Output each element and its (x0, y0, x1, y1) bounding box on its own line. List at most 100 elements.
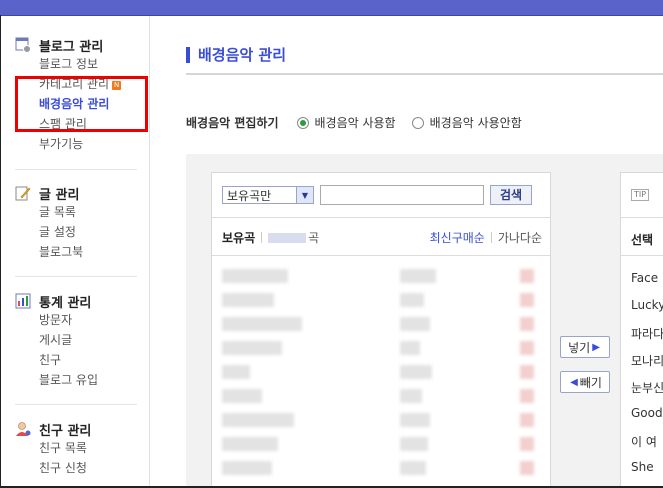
chevron-down-icon[interactable]: ▼ (296, 187, 313, 203)
blurred-title (222, 437, 278, 451)
blurred-title (222, 365, 250, 379)
blurred-price (520, 461, 534, 475)
song-count-suffix: 곡 (308, 231, 320, 245)
blurred-title (222, 413, 294, 427)
blurred-artist (400, 341, 420, 355)
sidebar-item-friend-list[interactable]: 친구 목록 (15, 438, 91, 458)
remove-label: 빼기 (579, 375, 602, 390)
chevron-right-icon: ▶ (592, 341, 600, 353)
sort-recent-link[interactable]: 최신구매순 (430, 229, 485, 246)
blurred-artist (400, 293, 424, 307)
sidebar-item-inflow[interactable]: 블로그 유입 (15, 370, 98, 390)
blurred-price (520, 389, 534, 403)
bar-chart-icon (15, 293, 31, 309)
sidebar-item-posts-stats[interactable]: 게시글 (15, 330, 98, 350)
sort-options: 최신구매순 가나다순 (430, 229, 542, 246)
blurred-price (520, 293, 534, 307)
sidebar-section-posts-header[interactable]: 글 관리 (15, 184, 83, 203)
selected-song-item[interactable]: Lucky (631, 298, 663, 312)
selected-song-item[interactable]: 이 여 (631, 433, 657, 450)
blurred-count (268, 232, 307, 243)
page-title-text: 배경음악 관리 (198, 46, 287, 64)
song-row[interactable] (222, 387, 542, 405)
song-count: 곡 (268, 229, 319, 246)
radio-option-nouse[interactable]: 배경음악 사용안함 (411, 114, 522, 131)
song-row[interactable] (222, 435, 542, 453)
selected-song-item[interactable]: 눈부신 (631, 379, 663, 396)
sort-alpha-link[interactable]: 가나다순 (498, 229, 542, 246)
blurred-title (222, 389, 262, 403)
sidebar-item-blogbook[interactable]: 블로그북 (15, 242, 83, 262)
tip-badge: TIP (631, 189, 650, 201)
selected-song-item[interactable]: 모나리 (631, 352, 663, 369)
selected-song-item[interactable]: 파라다 (631, 325, 663, 342)
song-row[interactable] (222, 291, 542, 309)
highlight-annotation-box (15, 76, 148, 132)
blurred-price (520, 341, 534, 355)
song-row[interactable] (222, 339, 542, 357)
sidebar-item-post-settings[interactable]: 글 설정 (15, 222, 83, 242)
person-icon (15, 421, 31, 437)
blurred-artist (400, 269, 436, 283)
blurred-title (222, 341, 282, 355)
blurred-title (222, 461, 272, 475)
list-divider (212, 255, 550, 256)
song-filter-value: 보유곡만 (227, 188, 272, 203)
radio-nouse[interactable] (411, 116, 424, 129)
song-search-input[interactable] (320, 185, 484, 205)
blurred-artist (400, 437, 428, 451)
sidebar-item-blog-info[interactable]: 블로그 정보 (15, 54, 121, 74)
selected-song-item[interactable]: She (631, 460, 654, 474)
main-content: 배경음악 관리 배경음악 편집하기 배경음악 사용함 배경음악 사용안함 보유곡… (150, 16, 663, 487)
add-label: 넣기 (568, 340, 591, 355)
blurred-title (222, 317, 302, 331)
bgm-setting-label: 배경음악 편집하기 (186, 116, 279, 130)
sidebar-section-stats-header[interactable]: 통계 관리 (15, 292, 98, 311)
sort-separator (490, 232, 492, 243)
blurred-artist (400, 413, 430, 427)
song-row[interactable] (222, 267, 542, 285)
list-divider (621, 255, 663, 256)
selected-songs-box: TIP 선택 Face Lucky 파라다 모나리 눈부신 Good 이 여 S… (620, 172, 663, 487)
sidebar-section-posts: 글 관리 글 목록 글 설정 블로그북 (15, 184, 83, 262)
chevron-left-icon: ◀ (570, 376, 578, 388)
sidebar-section-title: 통계 관리 (39, 295, 92, 311)
song-row[interactable] (222, 459, 542, 477)
blurred-artist (400, 365, 432, 379)
song-filter-select[interactable]: 보유곡만 ▼ (222, 186, 314, 204)
selected-song-item[interactable]: Good (631, 406, 663, 420)
blurred-title (222, 293, 274, 307)
title-bar-marker (186, 46, 190, 63)
search-button[interactable]: 검색 (490, 185, 532, 205)
song-row[interactable] (222, 411, 542, 429)
add-song-button[interactable]: 넣기 ▶ (560, 336, 610, 358)
blog-settings-icon (15, 37, 31, 53)
sidebar-item-post-list[interactable]: 글 목록 (15, 202, 83, 222)
song-row[interactable] (222, 363, 542, 381)
sidebar-section-blog-header[interactable]: 블로그 관리 (15, 36, 121, 55)
radio-option-use[interactable]: 배경음악 사용함 (296, 114, 396, 131)
blurred-price (520, 413, 534, 427)
blurred-price (520, 269, 534, 283)
radio-use-label: 배경음악 사용함 (314, 116, 396, 130)
bgm-setting-row: 배경음악 편집하기 배경음악 사용함 배경음악 사용안함 (186, 114, 538, 131)
sidebar-item-visitors[interactable]: 방문자 (15, 310, 98, 330)
song-row[interactable] (222, 315, 542, 333)
sidebar-section-stats: 통계 관리 방문자 게시글 친구 블로그 유입 (15, 292, 98, 390)
sidebar-divider (15, 276, 137, 277)
sidebar-item-addons[interactable]: 부가기능 (15, 134, 121, 154)
sidebar-section-friends-header[interactable]: 친구 관리 (15, 420, 92, 439)
radio-nouse-label: 배경음악 사용안함 (429, 116, 522, 130)
sidebar-item-friends-stats[interactable]: 친구 (15, 350, 98, 370)
sidebar-item-friend-request[interactable]: 친구 신청 (15, 458, 91, 478)
radio-use[interactable] (296, 116, 309, 129)
sidebar-section-friends: 친구 관리 친구 목록 친구 신청 (15, 420, 91, 478)
selected-song-item[interactable]: Face (631, 271, 658, 285)
sidebar-section-title: 글 관리 (39, 187, 80, 203)
song-search-row: 보유곡만 ▼ 검색 (222, 185, 532, 205)
owned-songs-label: 보유곡 (222, 231, 256, 245)
sidebar-divider (15, 169, 137, 170)
blurred-price (520, 437, 534, 451)
remove-song-button[interactable]: ◀ 빼기 (560, 371, 610, 393)
sidebar-section-title: 친구 관리 (39, 423, 92, 439)
